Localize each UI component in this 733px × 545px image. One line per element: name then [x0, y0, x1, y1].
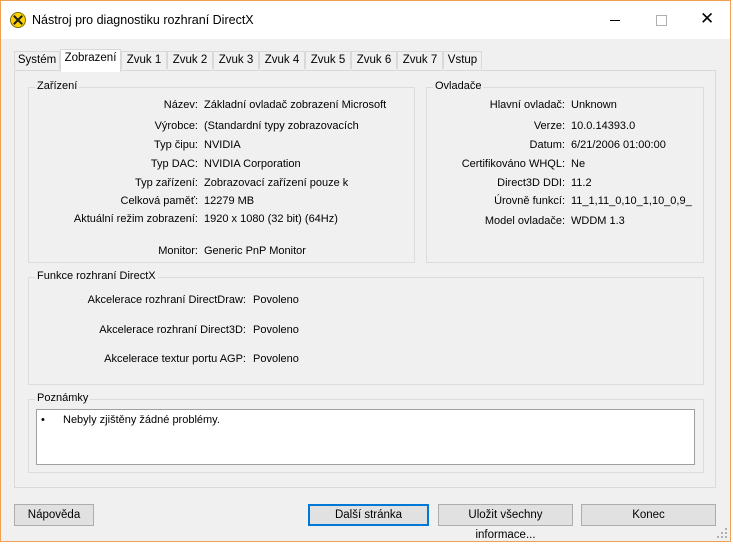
d3d-ddi-label: Direct3D DDI: — [497, 177, 565, 189]
main-driver-label: Hlavní ovladač: — [489, 99, 565, 111]
total-memory-label: Celková paměť: — [120, 195, 199, 207]
save-all-info-button[interactable]: Uložit všechny informace... — [438, 504, 573, 541]
minimize-icon — [610, 20, 620, 21]
driver-version-value: 10.0.14393.0 — [571, 120, 636, 132]
d3d-ddi-value: 11.2 — [571, 177, 592, 189]
tab-sound-3[interactable]: Zvuk 3 — [213, 51, 259, 69]
driver-version-label: Verze: — [533, 120, 565, 132]
tab-sound-6[interactable]: Zvuk 6 — [351, 51, 397, 69]
tab-sound-4[interactable]: Zvuk 4 — [259, 51, 305, 69]
device-manufacturer-value: (Standardní typy zobrazovacích — [204, 120, 359, 132]
resize-grip-icon[interactable] — [716, 527, 728, 539]
monitor-value: Generic PnP Monitor — [204, 245, 306, 257]
device-type-value: Zobrazovací zařízení pouze k — [204, 177, 349, 189]
dxdiag-window: Nástroj pro diagnostiku rozhraní DirectX… — [0, 0, 731, 542]
directdraw-accel-value: Povoleno — [253, 294, 299, 306]
note-text: Nebyly zjištěny žádné problémy. — [63, 414, 220, 426]
driver-date-value: 6/21/2006 01:00:00 — [571, 139, 666, 151]
drivers-group-label: Ovladače — [433, 80, 484, 92]
maximize-icon — [656, 15, 667, 26]
driver-model-value: WDDM 1.3 — [571, 215, 625, 227]
direct3d-accel-label: Akcelerace rozhraní Direct3D: — [99, 324, 246, 336]
directx-features-group-label: Funkce rozhraní DirectX — [35, 270, 158, 282]
close-button[interactable]: ✕ — [684, 1, 730, 39]
notes-textbox[interactable]: • Nebyly zjištěny žádné problémy. — [36, 409, 695, 465]
tab-display[interactable]: Zobrazení — [60, 49, 121, 72]
tab-sound-2[interactable]: Zvuk 2 — [167, 51, 213, 69]
feature-levels-label: Úrovně funkcí: — [494, 195, 565, 207]
dac-type-label: Typ DAC: — [150, 158, 198, 170]
directdraw-accel-label: Akcelerace rozhraní DirectDraw: — [87, 294, 246, 306]
driver-model-label: Model ovladače: — [484, 215, 565, 227]
tab-sound-7[interactable]: Zvuk 7 — [397, 51, 443, 69]
main-driver-value: Unknown — [571, 99, 617, 111]
tab-system[interactable]: Systém — [14, 51, 60, 69]
bullet-icon: • — [41, 414, 45, 426]
device-name-value: Základní ovladač zobrazení Microsoft — [204, 99, 387, 111]
total-memory-value: 12279 MB — [204, 195, 255, 207]
device-name-label: Název: — [163, 99, 198, 111]
whql-label: Certifikováno WHQL: — [461, 158, 565, 170]
device-group: Zařízení — [28, 80, 415, 263]
tab-sound-1[interactable]: Zvuk 1 — [121, 51, 167, 69]
exit-button[interactable]: Konec — [581, 504, 716, 526]
title-bar[interactable]: Nástroj pro diagnostiku rozhraní DirectX… — [1, 1, 730, 39]
next-page-button[interactable]: Další stránka — [308, 504, 429, 526]
maximize-button[interactable] — [638, 1, 684, 39]
agp-accel-value: Povoleno — [253, 353, 299, 365]
chip-type-value: NVIDIA — [204, 139, 241, 151]
notes-group-label: Poznámky — [35, 392, 91, 404]
monitor-label: Monitor: — [158, 245, 198, 257]
agp-accel-label: Akcelerace textur portu AGP: — [104, 353, 246, 365]
feature-levels-value: 11_1,11_0,10_1,10_0,9_ — [571, 195, 692, 207]
chip-type-label: Typ čipu: — [153, 139, 198, 151]
whql-value: Ne — [571, 158, 586, 170]
direct3d-accel-value: Povoleno — [253, 324, 299, 336]
window-title: Nástroj pro diagnostiku rozhraní DirectX — [32, 13, 254, 27]
dac-type-value: NVIDIA Corporation — [204, 158, 301, 170]
device-type-label: Typ zařízení: — [135, 177, 198, 189]
minimize-button[interactable] — [592, 1, 638, 39]
tab-sound-5[interactable]: Zvuk 5 — [305, 51, 351, 69]
drivers-group: Ovladače — [426, 80, 704, 263]
display-mode-value: 1920 x 1080 (32 bit) (64Hz) — [204, 213, 338, 225]
display-mode-label: Aktuální režim zobrazení: — [73, 213, 198, 225]
directx-icon — [10, 12, 26, 28]
device-manufacturer-label: Výrobce: — [154, 120, 198, 132]
help-button[interactable]: Nápověda — [14, 504, 94, 526]
driver-date-label: Datum: — [529, 139, 565, 151]
tab-input[interactable]: Vstup — [443, 51, 482, 69]
close-icon: ✕ — [700, 9, 715, 28]
device-group-label: Zařízení — [35, 80, 80, 92]
